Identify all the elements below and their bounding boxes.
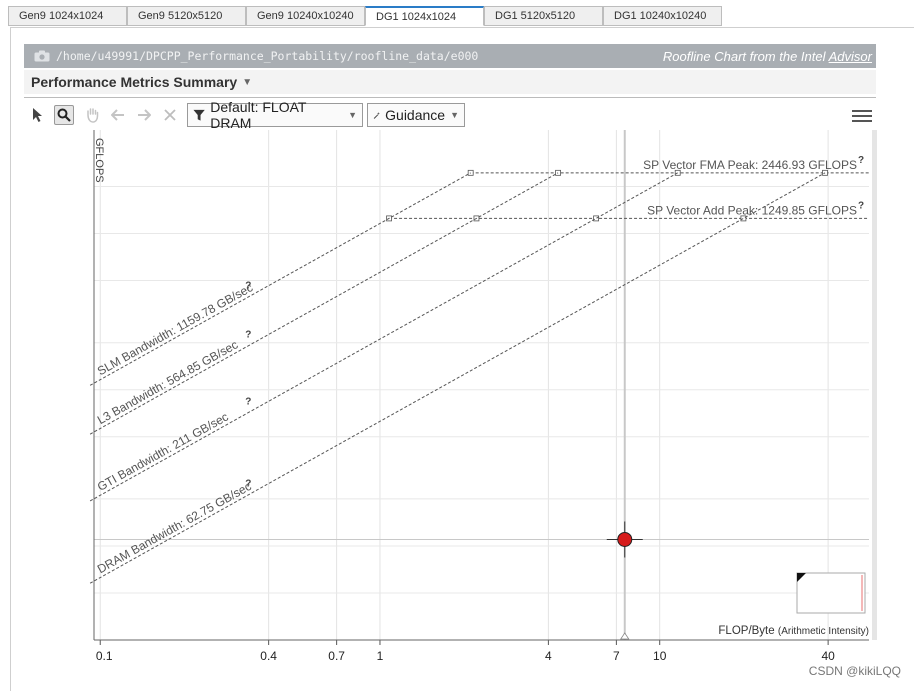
roofline-chart[interactable]: SP Vector FMA Peak: 2446.93 GFLOPS? SP Ve… <box>24 130 876 663</box>
camera-icon[interactable] <box>34 50 50 62</box>
bandwidth-lines: SLM Bandwidth: 1159.78 GB/sec?L3 Bandwid… <box>89 172 826 584</box>
chevron-down-icon: ▼ <box>450 110 459 120</box>
redo-icon[interactable] <box>134 105 154 125</box>
bandwidth-label: SLM Bandwidth: 1159.78 GB/sec <box>95 280 255 378</box>
x-marker <box>620 632 630 640</box>
view-tabs: Gen9 1024x1024 Gen9 5120x5120 Gen9 10240… <box>8 6 722 28</box>
bandwidth-line <box>89 172 678 502</box>
wand-icon <box>373 111 381 119</box>
zoom-icon[interactable] <box>54 105 74 125</box>
guidance-label: Guidance <box>385 107 446 123</box>
x-axis-label-main: FLOP/Byte <box>718 625 774 637</box>
chart-toolbar: Default: FLOAT DRAM ▼ Guidance ▼ <box>24 99 876 131</box>
x-tick-label: 4 <box>545 649 552 663</box>
undo-icon[interactable] <box>108 105 128 125</box>
roof-label: SP Vector FMA Peak: 2446.93 GFLOPS <box>643 158 857 172</box>
data-point[interactable] <box>617 531 633 547</box>
guidance-dropdown[interactable]: Guidance ▼ <box>367 103 465 127</box>
filter-icon <box>193 109 205 121</box>
bandwidth-line <box>89 172 559 435</box>
divider <box>24 97 876 98</box>
knee-marker <box>674 169 681 176</box>
filter-dropdown[interactable]: Default: FLOAT DRAM ▼ <box>187 99 363 131</box>
chevron-down-icon: ▼ <box>242 76 253 88</box>
tab-dg1-5120[interactable]: DG1 5120x5120 <box>484 6 603 26</box>
help-mark: ? <box>245 396 251 407</box>
bandwidth-line <box>89 172 826 584</box>
x-tick-label: 7 <box>613 649 620 663</box>
tab-dg1-10240[interactable]: DG1 10240x10240 <box>603 6 722 26</box>
help-mark: ? <box>245 329 251 340</box>
reset-icon[interactable] <box>160 105 180 125</box>
x-axis-label-sub: (Arithmetic Intensity) <box>778 626 869 637</box>
y-axis-label: GFLOPS <box>93 138 105 183</box>
roof-label: SP Vector Add Peak: 1249.85 GFLOPS <box>647 203 857 217</box>
bandwidth-label: DRAM Bandwidth: 62.75 GB/sec <box>95 479 254 576</box>
help-mark: ? <box>245 479 251 490</box>
pan-icon[interactable] <box>82 105 102 125</box>
advisor-link[interactable]: Advisor <box>829 49 872 64</box>
x-tick-label: 0.4 <box>260 649 277 663</box>
help-mark: ? <box>245 281 251 292</box>
knee-marker <box>740 215 747 222</box>
help-mark: ? <box>858 200 864 211</box>
tab-gen9-5120[interactable]: Gen9 5120x5120 <box>127 6 246 26</box>
data-points[interactable] <box>606 521 643 558</box>
roof-lines: SP Vector FMA Peak: 2446.93 GFLOPS ?SP Ve… <box>386 155 869 222</box>
report-header: /home/u49991/DPCPP_Performance_Portabili… <box>24 44 876 68</box>
help-mark: ? <box>858 155 864 166</box>
chevron-down-icon: ▼ <box>348 110 357 120</box>
tab-gen9-10240[interactable]: Gen9 10240x10240 <box>246 6 365 26</box>
report-path: /home/u49991/DPCPP_Performance_Portabili… <box>56 49 479 63</box>
x-tick-label: 0.1 <box>96 649 113 663</box>
minimap[interactable] <box>796 572 866 614</box>
knee-marker <box>467 169 474 176</box>
x-tick-label: 10 <box>653 649 667 663</box>
bandwidth-label: GTI Bandwidth: 211 GB/sec <box>95 410 231 494</box>
filter-label: Default: FLOAT DRAM <box>210 99 307 131</box>
tab-dg1-1024[interactable]: DG1 1024x1024 <box>365 6 484 26</box>
metrics-summary-bar[interactable]: Performance Metrics Summary ▼ <box>24 70 876 94</box>
x-tick-label: 40 <box>821 649 835 663</box>
x-tick-label: 1 <box>377 649 384 663</box>
x-axis-label: FLOP/Byte (Arithmetic Intensity) <box>718 625 869 637</box>
metrics-summary-label: Performance Metrics Summary <box>31 74 238 90</box>
watermark: CSDN @kikiLQQ <box>808 664 901 678</box>
pointer-icon[interactable] <box>28 105 48 125</box>
bandwidth-line <box>89 172 471 386</box>
report-title: Roofline Chart from the Intel Advisor <box>662 48 872 64</box>
menu-icon[interactable] <box>852 107 872 123</box>
roofline-chart-svg[interactable]: SP Vector FMA Peak: 2446.93 GFLOPS ?SP Ve… <box>24 130 876 663</box>
tab-gen9-1024[interactable]: Gen9 1024x1024 <box>8 6 127 26</box>
x-tick-label: 0.7 <box>328 649 345 663</box>
